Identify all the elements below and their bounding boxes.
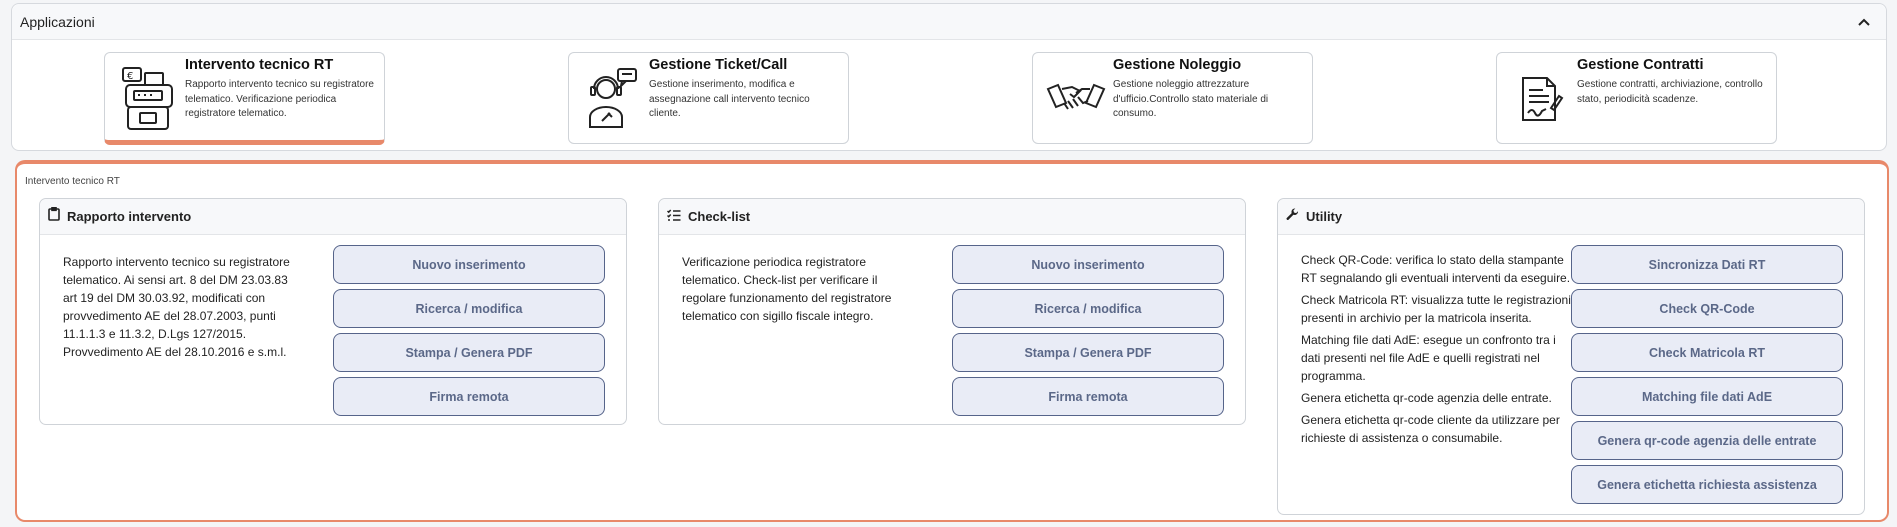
apps-title: Applicazioni [20, 13, 95, 30]
contract-icon [1505, 59, 1575, 139]
check-qr-code-button[interactable]: Check QR-Code [1571, 289, 1843, 328]
app-card-desc: Gestione noleggio attrezzature d'ufficio… [1113, 79, 1269, 119]
button-column: Nuovo inserimento Ricerca / modifica Sta… [333, 245, 605, 421]
card-desc: Rapporto intervento tecnico su registrat… [63, 255, 290, 359]
utility-desc-item: Matching file dati AdE: esegue un confro… [1301, 333, 1556, 383]
app-card-gestione-noleggio[interactable]: Gestione Noleggio Gestione noleggio attr… [1032, 52, 1313, 144]
matching-file-dati-ade-button[interactable]: Matching file dati AdE [1571, 377, 1843, 416]
card-title: Rapporto intervento [67, 209, 192, 224]
apps-header[interactable]: Applicazioni [12, 4, 1886, 40]
card-header: Rapporto intervento [40, 199, 626, 235]
app-card-title: Gestione Contratti [1577, 57, 1704, 73]
apps-panel: Applicazioni € Intervento tecnico RT Rap… [11, 3, 1887, 151]
app-card-title: Gestione Ticket/Call [649, 57, 788, 73]
firma-remota-button[interactable]: Firma remota [333, 377, 605, 416]
stampa-genera-pdf-button[interactable]: Stampa / Genera PDF [333, 333, 605, 372]
checklist-icon [666, 208, 681, 226]
wrench-icon [1286, 207, 1299, 226]
app-card-gestione-ticket-call[interactable]: Gestione Ticket/Call Gestione inseriment… [568, 52, 849, 144]
app-card-desc: Gestione inserimento, modifica e assegna… [649, 79, 810, 119]
app-card-gestione-contratti[interactable]: Gestione Contratti Gestione contratti, a… [1496, 52, 1777, 144]
cash-register-icon: € [113, 59, 183, 139]
button-column: Nuovo inserimento Ricerca / modifica Sta… [952, 245, 1224, 421]
utility-desc-item: Genera etichetta qr-code cliente da util… [1301, 413, 1560, 445]
card-title: Utility [1306, 209, 1343, 224]
firma-remota-button[interactable]: Firma remota [952, 377, 1224, 416]
card-desc: Verificazione periodica registratore tel… [682, 255, 892, 323]
app-card-title: Intervento tecnico RT [185, 57, 334, 73]
app-card-intervento-tecnico-rt[interactable]: € Intervento tecnico RT Rapporto interve… [104, 52, 385, 145]
card-title: Check-list [688, 209, 751, 224]
section-label: Intervento tecnico RT [25, 176, 120, 187]
handshake-icon [1041, 59, 1111, 139]
button-column: Sincronizza Dati RT Check QR-Code Check … [1571, 245, 1843, 509]
check-matricola-rt-button[interactable]: Check Matricola RT [1571, 333, 1843, 372]
sincronizza-dati-rt-button[interactable]: Sincronizza Dati RT [1571, 245, 1843, 284]
genera-qr-code-agenzia-button[interactable]: Genera qr-code agenzia delle entrate [1571, 421, 1843, 460]
app-card-desc: Gestione contratti, archiviazione, contr… [1577, 79, 1763, 105]
stampa-genera-pdf-button[interactable]: Stampa / Genera PDF [952, 333, 1224, 372]
ricerca-modifica-button[interactable]: Ricerca / modifica [333, 289, 605, 328]
chevron-up-icon[interactable] [1854, 12, 1874, 32]
rapporto-intervento-card: Rapporto intervento Rapporto intervento … [39, 198, 627, 425]
nuovo-inserimento-button[interactable]: Nuovo inserimento [333, 245, 605, 284]
genera-etichetta-assistenza-button[interactable]: Genera etichetta richiesta assistenza [1571, 465, 1843, 504]
svg-text:€: € [127, 71, 133, 82]
clipboard-icon [48, 207, 60, 226]
utility-desc-item: Genera etichetta qr-code agenzia delle e… [1301, 391, 1552, 405]
card-header: Utility [1278, 199, 1864, 235]
app-card-desc: Rapporto intervento tecnico su registrat… [185, 79, 374, 119]
card-header: Check-list [659, 199, 1245, 235]
nuovo-inserimento-button[interactable]: Nuovo inserimento [952, 245, 1224, 284]
intervento-tecnico-rt-section: Intervento tecnico RT Rapporto intervent… [15, 160, 1889, 522]
check-list-card: Check-list Verificazione periodica regis… [658, 198, 1246, 425]
utility-desc-item: Check Matricola RT: visualizza tutte le … [1301, 293, 1571, 325]
app-card-title: Gestione Noleggio [1113, 57, 1242, 73]
utility-card: Utility Check QR-Code: verifica lo stato… [1277, 198, 1865, 515]
technician-icon [577, 59, 647, 139]
utility-descriptions: Check QR-Code: verifica lo stato della s… [1301, 251, 1571, 451]
utility-desc-item: Check QR-Code: verifica lo stato della s… [1301, 253, 1571, 285]
ricerca-modifica-button[interactable]: Ricerca / modifica [952, 289, 1224, 328]
